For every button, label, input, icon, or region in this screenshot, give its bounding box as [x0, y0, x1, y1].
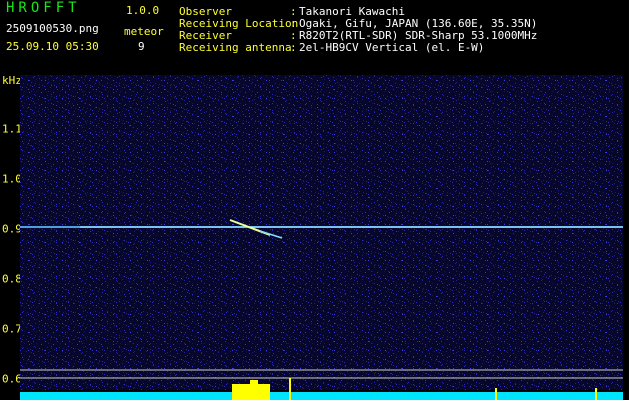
app-title: HROFFT: [6, 0, 81, 16]
meteor-label: meteor: [124, 25, 164, 38]
signal-level-strip: [20, 378, 623, 400]
freq-tick: 0.6: [2, 372, 22, 386]
meteor-count: 9: [138, 40, 145, 53]
antenna-value: 2el-HB9CV Vertical (el. E-W): [299, 41, 485, 54]
level-floor: [20, 392, 623, 400]
freq-tick: 1.0: [2, 172, 22, 186]
spectrogram: [20, 75, 623, 390]
freq-tick: 0.8: [2, 272, 22, 286]
noise-overlay: [20, 75, 623, 390]
timestamp: 25.09.10 05:30: [6, 40, 99, 53]
level-spike: [250, 380, 258, 400]
freq-tick: 0.9: [2, 222, 22, 236]
level-marker: [495, 388, 497, 400]
level-marker: [289, 378, 291, 400]
app-version: 1.0.0: [126, 4, 160, 17]
level-marker: [595, 388, 597, 400]
filename: 2509100530.png: [6, 22, 99, 35]
antenna-label: Receiving antenna: [179, 41, 292, 54]
freq-unit-label: kHz: [2, 74, 22, 87]
freq-tick: 0.7: [2, 322, 22, 336]
info-colon: :: [290, 41, 297, 54]
freq-tick: 1.1: [2, 122, 22, 136]
